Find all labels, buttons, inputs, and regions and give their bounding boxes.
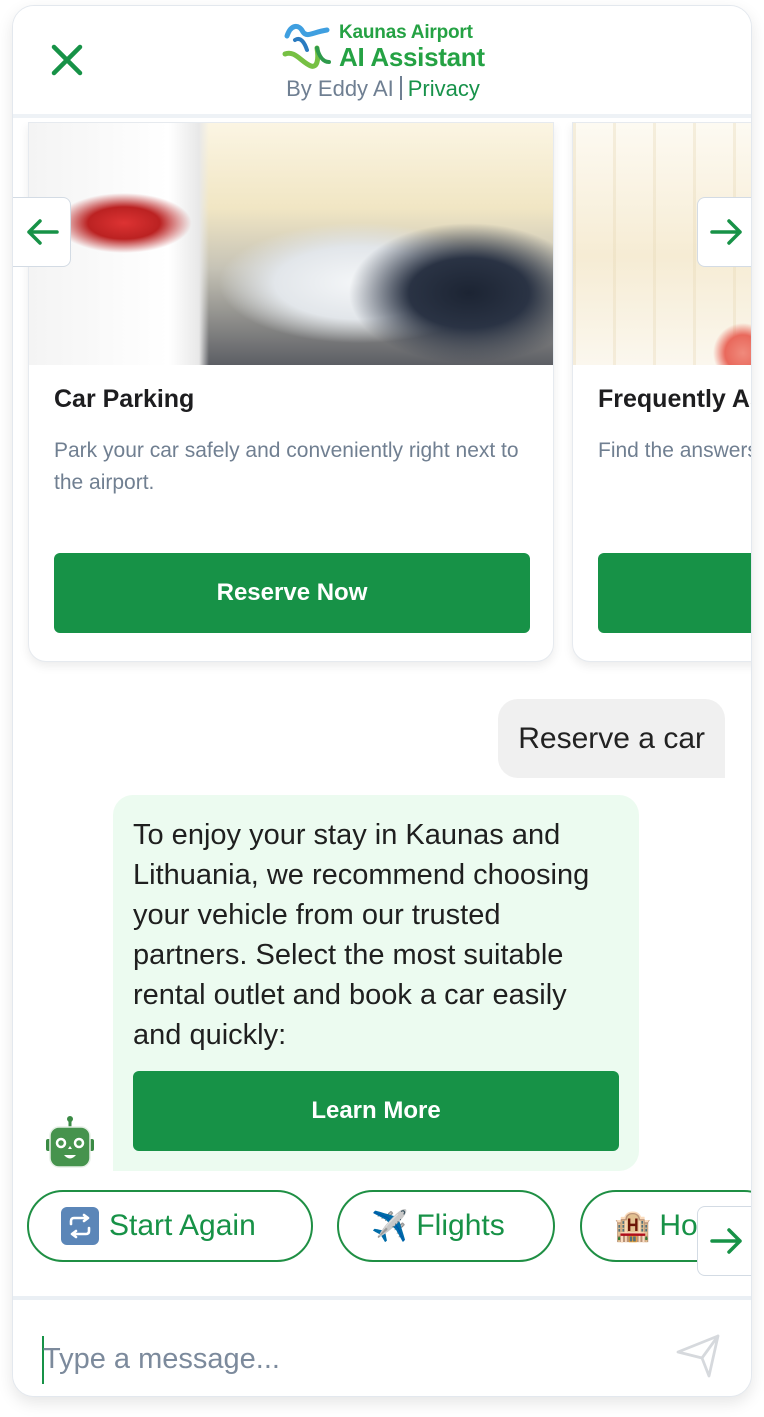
message-input[interactable] xyxy=(43,1334,643,1384)
arrow-right-icon xyxy=(709,1228,742,1254)
carousel-prev-button[interactable] xyxy=(13,197,71,267)
send-button[interactable] xyxy=(673,1330,723,1380)
byline: By Eddy AI Privacy xyxy=(13,76,751,102)
learn-more-button[interactable]: Learn More xyxy=(133,1071,619,1151)
chat-body: Car Parking Park your car safely and con… xyxy=(13,122,752,1296)
quick-replies-next-button[interactable] xyxy=(697,1206,751,1276)
card-title: Car Parking xyxy=(54,385,195,413)
arrow-right-icon xyxy=(709,219,742,245)
faq-card-button[interactable] xyxy=(598,553,751,633)
hotel-icon: 🏨 xyxy=(614,1208,652,1244)
carousel-next-button[interactable] xyxy=(697,197,751,267)
reserve-now-button[interactable]: Reserve Now xyxy=(54,553,530,633)
card-description: Park your car safely and conveniently ri… xyxy=(54,439,519,494)
close-icon xyxy=(51,44,83,76)
card-title: Frequently Asked Questions xyxy=(598,385,751,413)
repeat-icon xyxy=(61,1207,99,1245)
close-button[interactable] xyxy=(49,42,85,78)
quick-reply-start-again[interactable]: Start Again xyxy=(27,1190,313,1262)
user-message-bubble: Reserve a car xyxy=(498,699,725,778)
carousel-card-car-parking: Car Parking Park your car safely and con… xyxy=(28,122,554,662)
quick-reply-label: Flights xyxy=(416,1209,505,1242)
airplane-icon: ✈️ xyxy=(371,1208,409,1244)
bot-message-bubble: To enjoy your stay in Kaunas and Lithuan… xyxy=(113,795,639,1171)
send-icon xyxy=(676,1334,720,1378)
chat-header: Kaunas Airport AI Assistant By Eddy AI Pr… xyxy=(13,6,751,118)
robot-avatar-icon xyxy=(46,1116,94,1168)
kaunas-airport-logo-icon xyxy=(282,24,331,69)
quick-reply-flights[interactable]: ✈️ Flights xyxy=(337,1190,555,1262)
chat-widget: Kaunas Airport AI Assistant By Eddy AI Pr… xyxy=(12,5,752,1397)
brand: Kaunas Airport AI Assistant xyxy=(281,20,501,80)
message-composer xyxy=(13,1296,751,1396)
privacy-link[interactable]: Privacy xyxy=(408,76,480,101)
card-carousel: Car Parking Park your car safely and con… xyxy=(13,122,752,682)
quick-reply-label: Start Again xyxy=(109,1209,256,1242)
bot-message-text: To enjoy your stay in Kaunas and Lithuan… xyxy=(133,819,590,1051)
byline-text: By Eddy AI xyxy=(286,76,394,101)
card-description: Find the answers xyxy=(598,439,752,462)
quick-replies: Start Again ✈️ Flights 🏨 Hotels xyxy=(13,1186,751,1276)
brand-title: Kaunas Airport xyxy=(339,22,473,43)
brand-subtitle: AI Assistant xyxy=(339,42,485,72)
byline-divider xyxy=(399,76,402,100)
arrow-left-icon xyxy=(26,219,59,245)
card-image-parked-cars xyxy=(29,123,553,365)
